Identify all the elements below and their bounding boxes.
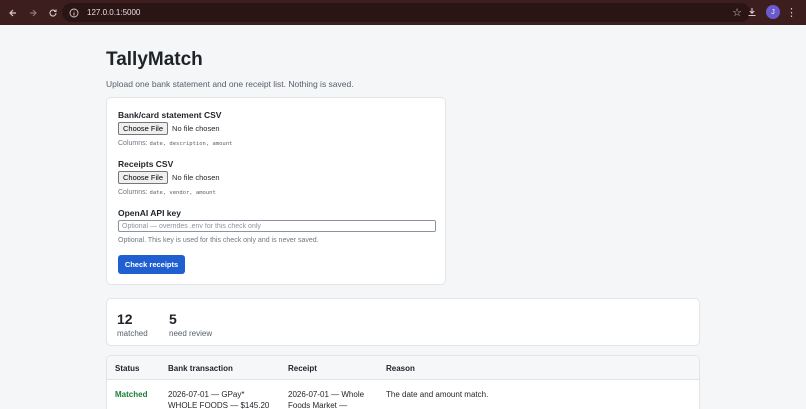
upload-form: Bank/card statement CSV Choose File No f… — [106, 97, 446, 285]
header-reason: Reason — [386, 364, 415, 373]
receipts-columns-prefix: Columns: — [118, 189, 148, 196]
bank-csv-label: Bank/card statement CSV — [118, 110, 222, 120]
row-status: Matched — [115, 390, 148, 399]
header-bank-transaction: Bank transaction — [168, 364, 233, 373]
row-receipt-line2: Foods Market — — [288, 401, 348, 409]
review-count: 5 — [169, 311, 177, 327]
review-stat: 5 need review — [169, 311, 212, 338]
matched-count: 12 — [117, 311, 133, 327]
header-status: Status — [115, 364, 140, 373]
row-bank-line2: WHOLE FOODS — $145.20 — [168, 401, 270, 409]
row-bank-line1: 2026-07-01 — GPay* — [168, 390, 245, 399]
matched-stat: 12 matched — [117, 311, 148, 338]
receipts-file-picker: Choose File No file chosen — [118, 171, 220, 184]
results-table: Status Bank transaction Receipt Reason M… — [106, 355, 700, 409]
bank-file-picker: Choose File No file chosen — [118, 122, 220, 135]
receipts-columns-hint: Columns: date, vendor, amount — [118, 189, 216, 196]
reload-icon[interactable] — [44, 4, 62, 22]
api-key-input[interactable] — [118, 220, 436, 232]
receipts-csv-label: Receipts CSV — [118, 159, 174, 169]
site-info-icon[interactable] — [67, 6, 81, 20]
app-title: TallyMatch — [106, 49, 203, 70]
page-content: TallyMatch Upload one bank statement and… — [0, 25, 806, 409]
api-key-label: OpenAI API key — [118, 208, 181, 218]
bank-columns-list: date, description, amount — [149, 141, 233, 147]
header-receipt: Receipt — [288, 364, 317, 373]
forward-icon[interactable] — [24, 4, 42, 22]
receipts-file-status: No file chosen — [172, 173, 220, 182]
row-reason: The date and amount match. — [386, 390, 489, 399]
api-key-hint: Optional. This key is used for this chec… — [118, 237, 319, 244]
address-bar[interactable]: 127.0.0.1:5000 ☆ — [62, 3, 750, 22]
profile-avatar[interactable]: J — [766, 5, 780, 19]
browser-toolbar: 127.0.0.1:5000 ☆ J ⋮ — [0, 0, 806, 25]
bank-choose-file-button[interactable]: Choose File — [118, 122, 169, 135]
back-icon[interactable] — [4, 4, 22, 22]
url-text: 127.0.0.1:5000 — [87, 8, 141, 17]
receipts-choose-file-button[interactable]: Choose File — [118, 171, 169, 184]
bank-columns-hint: Columns: date, description, amount — [118, 140, 232, 147]
bank-file-status: No file chosen — [172, 124, 220, 133]
download-icon[interactable] — [744, 4, 760, 20]
summary-stats: 12 matched 5 need review — [106, 298, 700, 346]
app-subtitle: Upload one bank statement and one receip… — [106, 79, 354, 89]
matched-label: matched — [117, 329, 148, 338]
receipts-columns-list: date, vendor, amount — [149, 190, 216, 196]
more-menu-icon[interactable]: ⋮ — [786, 6, 797, 19]
row-receipt-line1: 2026-07-01 — Whole — [288, 390, 365, 399]
review-label: need review — [169, 329, 213, 338]
check-receipts-button[interactable]: Check receipts — [118, 255, 185, 274]
table-header: Status Bank transaction Receipt Reason — [107, 356, 699, 380]
bank-columns-prefix: Columns: — [118, 140, 148, 147]
bookmark-star-icon[interactable]: ☆ — [732, 6, 742, 19]
